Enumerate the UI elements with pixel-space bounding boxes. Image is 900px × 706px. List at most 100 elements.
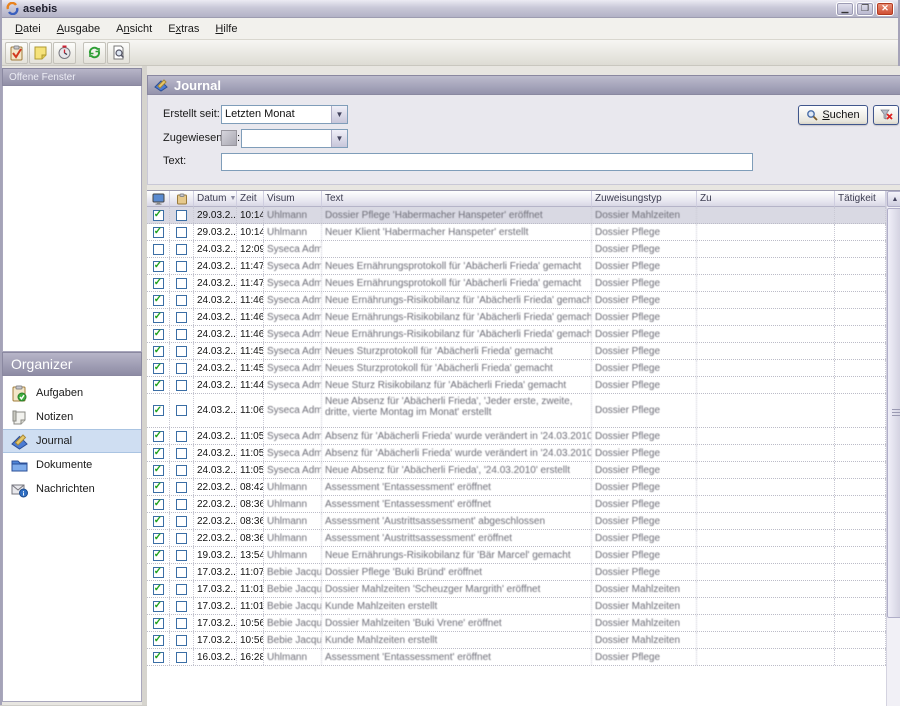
scrollbar-thumb[interactable] xyxy=(887,208,900,618)
flag-checkbox[interactable] xyxy=(176,550,187,561)
sidebar-item-dokumente[interactable]: Dokumente xyxy=(3,453,141,477)
close-button[interactable]: ✕ xyxy=(876,2,894,16)
table-row[interactable]: ✓22.03.2...08:36UhlmannAssessment 'Austr… xyxy=(147,513,886,530)
assigned-to-dropdown[interactable]: ▼ xyxy=(241,129,348,148)
read-checkbox[interactable]: ✓ xyxy=(153,448,164,459)
table-row[interactable]: ✓24.03.2...11:05Syseca Adm...Absenz für … xyxy=(147,428,886,445)
table-row[interactable]: ✓22.03.2...08:36UhlmannAssessment 'Austr… xyxy=(147,530,886,547)
read-checkbox[interactable]: ✓ xyxy=(153,465,164,476)
read-checkbox[interactable]: ✓ xyxy=(153,329,164,340)
menu-item-extras[interactable]: Extras xyxy=(161,21,206,37)
column-header-zuweisungstyp[interactable]: Zuweisungstyp xyxy=(592,191,697,207)
table-row[interactable]: ✓24.03.2...11:47Syseca Adm...Neues Ernäh… xyxy=(147,258,886,275)
column-header-text[interactable]: Text xyxy=(322,191,592,207)
read-checkbox[interactable]: ✓ xyxy=(153,601,164,612)
read-checkbox[interactable]: ✓ xyxy=(153,312,164,323)
flag-checkbox[interactable] xyxy=(176,405,187,416)
toolbar-button-task-check[interactable] xyxy=(5,42,28,64)
read-checkbox[interactable]: ✓ xyxy=(153,533,164,544)
read-checkbox[interactable]: ✓ xyxy=(153,482,164,493)
table-row[interactable]: ✓24.03.2...11:06Syseca Adm...Neue Absenz… xyxy=(147,394,886,428)
read-checkbox[interactable]: ✓ xyxy=(153,278,164,289)
read-checkbox[interactable]: ✓ xyxy=(153,516,164,527)
table-row[interactable]: ✓17.03.2...10:56Bebie Jacqu...Dossier Ma… xyxy=(147,615,886,632)
table-row[interactable]: ✓24.03.2...11:45Syseca Adm...Neues Sturz… xyxy=(147,360,886,377)
flag-checkbox[interactable] xyxy=(176,431,187,442)
flag-checkbox[interactable] xyxy=(176,652,187,663)
table-row[interactable]: ✓19.03.2...13:54UhlmannNeue Ernährungs-R… xyxy=(147,547,886,564)
table-row[interactable]: ✓17.03.2...11:01Bebie Jacqu...Kunde Mahl… xyxy=(147,598,886,615)
column-header-zu[interactable]: Zu xyxy=(697,191,835,207)
toolbar-button-clock[interactable] xyxy=(53,42,76,64)
flag-checkbox[interactable] xyxy=(176,584,187,595)
column-header-datum[interactable]: Datum▼ xyxy=(194,191,237,207)
column-header-monitor-icon[interactable] xyxy=(147,191,170,207)
flag-checkbox[interactable] xyxy=(176,295,187,306)
read-checkbox[interactable]: ✓ xyxy=(153,431,164,442)
table-row[interactable]: ✓24.03.2...11:47Syseca Adm...Neues Ernäh… xyxy=(147,275,886,292)
read-checkbox[interactable] xyxy=(153,244,164,255)
table-row[interactable]: ✓17.03.2...11:01Bebie Jacqu...Dossier Ma… xyxy=(147,581,886,598)
flag-checkbox[interactable] xyxy=(176,227,187,238)
read-checkbox[interactable]: ✓ xyxy=(153,618,164,629)
table-row[interactable]: ✓29.03.2...10:14UhlmannNeuer Klient 'Hab… xyxy=(147,224,886,241)
table-row[interactable]: ✓29.03.2...10:14UhlmannDossier Pflege 'H… xyxy=(147,207,886,224)
table-row[interactable]: ✓24.03.2...11:46Syseca Adm...Neue Ernähr… xyxy=(147,309,886,326)
read-checkbox[interactable]: ✓ xyxy=(153,567,164,578)
restore-button[interactable]: ❐ xyxy=(856,2,874,16)
created-since-dropdown[interactable]: Letzten Monat ▼ xyxy=(221,105,348,124)
flag-checkbox[interactable] xyxy=(176,533,187,544)
table-row[interactable]: ✓24.03.2...11:46Syseca Adm...Neue Ernähr… xyxy=(147,326,886,343)
flag-checkbox[interactable] xyxy=(176,329,187,340)
flag-checkbox[interactable] xyxy=(176,635,187,646)
read-checkbox[interactable]: ✓ xyxy=(153,227,164,238)
read-checkbox[interactable]: ✓ xyxy=(153,346,164,357)
table-row[interactable]: ✓16.03.2...16:28UhlmannAssessment 'Entas… xyxy=(147,649,886,666)
flag-checkbox[interactable] xyxy=(176,363,187,374)
open-windows-list[interactable] xyxy=(2,86,142,352)
sidebar-item-notizen[interactable]: Notizen xyxy=(3,405,141,429)
column-header-visum[interactable]: Visum xyxy=(264,191,322,207)
table-row[interactable]: ✓22.03.2...08:36UhlmannAssessment 'Entas… xyxy=(147,496,886,513)
table-row[interactable]: ✓24.03.2...11:44Syseca Adm...Neue Sturz … xyxy=(147,377,886,394)
table-row[interactable]: ✓24.03.2...11:46Syseca Adm...Neue Ernähr… xyxy=(147,292,886,309)
table-row[interactable]: ✓17.03.2...11:07Bebie Jacqu...Dossier Pf… xyxy=(147,564,886,581)
column-header-tätigkeit[interactable]: Tätigkeit xyxy=(835,191,886,207)
flag-checkbox[interactable] xyxy=(176,618,187,629)
scroll-up-icon[interactable]: ▲ xyxy=(887,191,900,207)
flag-checkbox[interactable] xyxy=(176,601,187,612)
menu-item-datei[interactable]: Datei xyxy=(8,21,48,37)
read-checkbox[interactable]: ✓ xyxy=(153,652,164,663)
text-filter-input[interactable] xyxy=(221,153,753,171)
column-header-clipboard-icon[interactable] xyxy=(170,191,194,207)
flag-checkbox[interactable] xyxy=(176,482,187,493)
table-row[interactable]: ✓17.03.2...10:56Bebie Jacqu...Kunde Mahl… xyxy=(147,632,886,649)
minimize-button[interactable]: ▁ xyxy=(836,2,854,16)
search-button[interactable]: Suchen xyxy=(798,105,868,125)
chevron-down-icon[interactable]: ▼ xyxy=(331,106,347,123)
toolbar-button-note[interactable] xyxy=(29,42,52,64)
read-checkbox[interactable]: ✓ xyxy=(153,363,164,374)
table-row[interactable]: ✓22.03.2...08:42UhlmannAssessment 'Entas… xyxy=(147,479,886,496)
flag-checkbox[interactable] xyxy=(176,244,187,255)
flag-checkbox[interactable] xyxy=(176,499,187,510)
sidebar-item-journal[interactable]: Journal xyxy=(3,429,141,453)
read-checkbox[interactable]: ✓ xyxy=(153,405,164,416)
menu-item-hilfe[interactable]: Hilfe xyxy=(208,21,244,37)
flag-checkbox[interactable] xyxy=(176,278,187,289)
flag-checkbox[interactable] xyxy=(176,346,187,357)
flag-checkbox[interactable] xyxy=(176,261,187,272)
read-checkbox[interactable]: ✓ xyxy=(153,261,164,272)
read-checkbox[interactable]: ✓ xyxy=(153,295,164,306)
flag-checkbox[interactable] xyxy=(176,567,187,578)
read-checkbox[interactable]: ✓ xyxy=(153,380,164,391)
chevron-down-icon[interactable]: ▼ xyxy=(331,130,347,147)
vertical-scrollbar[interactable]: ▲ xyxy=(886,191,900,706)
menu-item-ausgabe[interactable]: Ausgabe xyxy=(50,21,107,37)
flag-checkbox[interactable] xyxy=(176,448,187,459)
table-row[interactable]: ✓24.03.2...11:05Syseca Adm...Neue Absenz… xyxy=(147,462,886,479)
toolbar-button-refresh[interactable] xyxy=(83,42,106,64)
clear-filter-button[interactable] xyxy=(873,105,899,125)
assigned-to-picker-button[interactable] xyxy=(221,130,237,146)
read-checkbox[interactable]: ✓ xyxy=(153,635,164,646)
